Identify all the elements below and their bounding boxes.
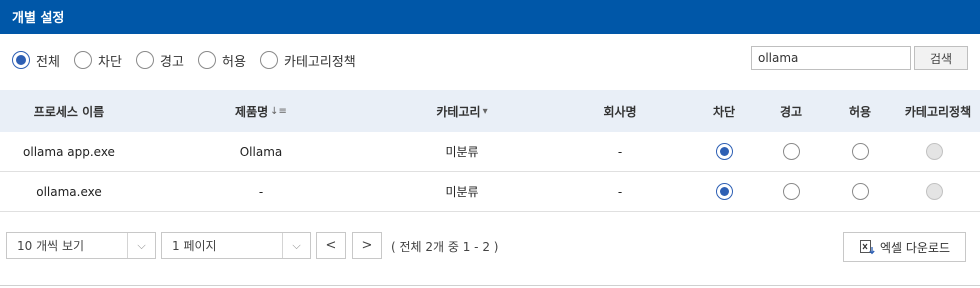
col-category-policy: 카테고리정책 xyxy=(904,104,972,119)
radio-icon[interactable] xyxy=(260,51,278,69)
process-name-cell: ollama.exe xyxy=(36,184,102,199)
page-size-select[interactable]: 10 개씩 보기 ⌵ xyxy=(6,232,156,259)
col-block: 차단 xyxy=(712,104,736,119)
block-radio-cell xyxy=(700,172,748,211)
table-header: 프로세스 이름 제품명 ↓≡ 카테고리 ▾ 회사명 차단 경고 허용 카테고리정책 xyxy=(0,90,980,132)
table-row: ollama app.exe Ollama 미분류 - xyxy=(0,132,980,172)
col-warn: 경고 xyxy=(779,104,803,119)
search-button[interactable]: 검색 xyxy=(914,46,968,70)
product-name-cell: Ollama xyxy=(239,144,283,159)
individual-settings-panel: 개별 설정 전체 차단 경고 허용 카테고리정책 검색 프로세스 이름 제품명↓… xyxy=(0,0,980,288)
filter-warn-label: 경고 xyxy=(160,54,184,70)
filter-category-policy[interactable]: 카테고리정책 xyxy=(260,50,356,70)
allow-radio[interactable] xyxy=(851,183,869,200)
process-name-cell: ollama app.exe xyxy=(23,144,115,159)
category-cell: 미분류 xyxy=(445,145,479,159)
col-allow: 허용 xyxy=(848,104,872,119)
category-policy-radio xyxy=(925,143,943,160)
excel-download-button[interactable]: 엑셀 다운로드 xyxy=(843,232,966,262)
search-input[interactable] xyxy=(751,46,911,70)
allow-radio[interactable] xyxy=(851,143,869,160)
chevron-down-icon[interactable]: ⌵ xyxy=(282,233,310,258)
table-row: ollama.exe - 미분류 - xyxy=(0,172,980,212)
block-radio[interactable] xyxy=(715,183,733,200)
category-policy-radio-cell xyxy=(896,172,972,211)
panel-header: 개별 설정 xyxy=(0,0,980,34)
warn-radio-cell xyxy=(763,132,819,171)
next-page-button[interactable]: > xyxy=(352,232,382,259)
filter-allow-label: 허용 xyxy=(222,54,246,70)
filter-block-label: 차단 xyxy=(98,54,122,70)
page-select[interactable]: 1 페이지 ⌵ xyxy=(161,232,311,259)
col-company[interactable]: 회사명 xyxy=(540,90,700,132)
allow-radio-cell xyxy=(832,132,888,171)
block-radio[interactable] xyxy=(715,143,733,160)
radio-icon[interactable] xyxy=(12,51,30,69)
allow-radio-cell xyxy=(832,172,888,211)
col-product-name[interactable]: 제품명 ↓≡ xyxy=(138,90,384,132)
filter-warn[interactable]: 경고 xyxy=(136,50,184,70)
total-count-text: ( 전체 2개 중 1 - 2 ) xyxy=(391,240,499,254)
warn-radio[interactable] xyxy=(782,143,800,160)
caret-down-icon[interactable]: ▾ xyxy=(483,106,488,117)
category-cell: 미분류 xyxy=(445,185,479,199)
company-cell: - xyxy=(617,144,623,159)
category-policy-radio-cell xyxy=(896,132,972,171)
filter-allow[interactable]: 허용 xyxy=(198,50,246,70)
filter-all[interactable]: 전체 xyxy=(12,50,60,70)
chevron-down-icon[interactable]: ⌵ xyxy=(127,233,155,258)
col-process-name[interactable]: 프로세스 이름 xyxy=(0,90,138,132)
company-cell: - xyxy=(617,184,623,199)
category-policy-radio xyxy=(925,183,943,200)
sort-desc-icon[interactable]: ↓≡ xyxy=(270,106,287,117)
table-footer: 10 개씩 보기 ⌵ 1 페이지 ⌵ < > ( 전체 2개 중 1 - 2 )… xyxy=(0,214,980,288)
radio-icon[interactable] xyxy=(136,51,154,69)
product-name-cell: - xyxy=(258,184,264,199)
panel-title: 개별 설정 xyxy=(12,11,65,26)
radio-icon[interactable] xyxy=(198,51,216,69)
filter-block[interactable]: 차단 xyxy=(74,50,122,70)
warn-radio[interactable] xyxy=(782,183,800,200)
filter-all-label: 전체 xyxy=(36,54,60,70)
bottom-divider xyxy=(0,285,980,286)
excel-download-label: 엑셀 다운로드 xyxy=(879,240,951,255)
warn-radio-cell xyxy=(763,172,819,211)
filter-category-policy-label: 카테고리정책 xyxy=(284,54,356,70)
block-radio-cell xyxy=(700,132,748,171)
page-size-value: 10 개씩 보기 xyxy=(17,239,85,253)
excel-download-icon xyxy=(859,240,875,255)
filter-bar: 전체 차단 경고 허용 카테고리정책 검색 xyxy=(0,34,980,90)
col-category[interactable]: 카테고리 ▾ xyxy=(384,90,540,132)
radio-icon[interactable] xyxy=(74,51,92,69)
prev-page-button[interactable]: < xyxy=(316,232,346,259)
page-value: 1 페이지 xyxy=(172,239,217,253)
